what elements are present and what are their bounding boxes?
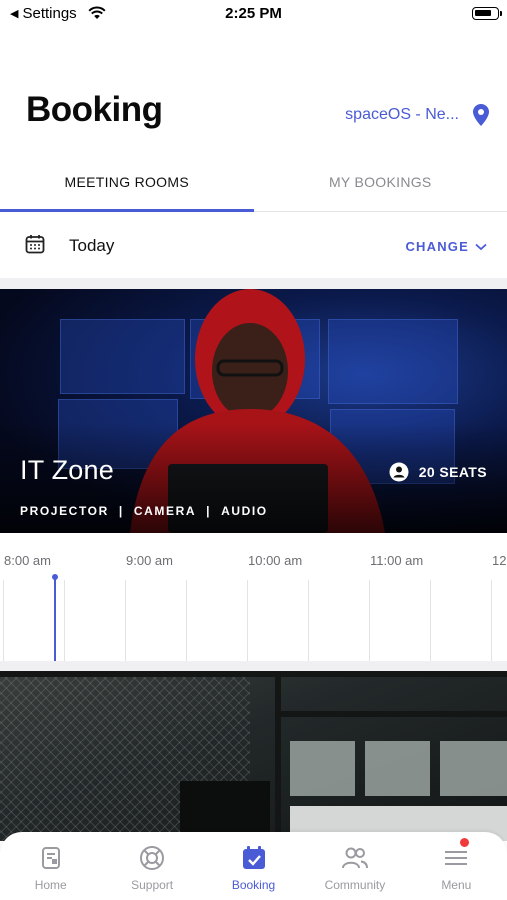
section-divider	[0, 278, 507, 289]
room-features: PROJECTOR | CAMERA | AUDIO	[20, 504, 268, 518]
feature-separator: |	[118, 504, 124, 518]
feature-camera: CAMERA	[133, 504, 197, 518]
nav-booking[interactable]: Booking	[203, 832, 304, 900]
location-pin-icon	[473, 104, 489, 126]
nav-label: Community	[324, 878, 386, 892]
room-name: IT Zone	[20, 455, 114, 485]
seat-count-label: 20 SEATS	[418, 464, 487, 480]
change-label: CHANGE	[405, 239, 469, 254]
nav-label: Booking	[231, 878, 276, 892]
chevron-down-icon	[475, 243, 487, 250]
status-bar: ◀ Settings 2:25 PM	[0, 0, 507, 28]
page-title: Booking	[26, 90, 163, 129]
calendar-icon	[25, 235, 45, 254]
feature-projector: PROJECTOR	[20, 504, 109, 518]
time-label: 11:00 am	[370, 553, 424, 568]
current-time-dot	[52, 574, 58, 580]
notification-badge	[459, 838, 469, 847]
feature-audio: AUDIO	[221, 504, 268, 518]
nav-menu[interactable]: Menu	[406, 832, 507, 900]
time-label: 8:00 am	[4, 553, 51, 568]
bottom-navigation: Home Support Booking Community Menu	[0, 832, 507, 900]
room-photo[interactable]	[0, 671, 507, 841]
time-label: 9:00 am	[126, 553, 173, 568]
current-time-indicator	[54, 577, 56, 661]
menu-icon	[445, 851, 468, 865]
booking-tabs: MEETING ROOMS MY BOOKINGS	[0, 152, 507, 212]
home-icon	[41, 847, 60, 869]
seat-count: 20 SEATS	[389, 462, 487, 482]
tab-meeting-rooms[interactable]: MEETING ROOMS	[0, 152, 254, 212]
nav-community[interactable]: Community	[304, 832, 405, 900]
time-label: 10:00 am	[248, 553, 303, 568]
nav-support[interactable]: Support	[101, 832, 202, 900]
support-icon	[140, 846, 165, 870]
nav-label: Support	[131, 878, 174, 892]
person-icon	[389, 462, 409, 482]
availability-timeline[interactable]: 8:00 am 9:00 am 10:00 am 11:00 am 12	[0, 533, 507, 661]
tab-my-bookings[interactable]: MY BOOKINGS	[254, 152, 507, 211]
nav-label: Menu	[441, 878, 472, 892]
section-divider	[0, 661, 507, 671]
feature-separator: |	[206, 504, 212, 518]
battery-icon	[472, 7, 502, 20]
time-label: 12	[492, 553, 507, 568]
date-row: Today CHANGE	[0, 212, 507, 278]
clock: 2:25 PM	[225, 5, 282, 22]
nav-home[interactable]: Home	[0, 832, 101, 900]
date-label: Today	[69, 236, 115, 255]
nav-label: Home	[34, 878, 67, 892]
booking-icon	[242, 846, 265, 869]
location-label: spaceOS - Ne...	[345, 106, 459, 123]
community-icon	[341, 847, 368, 869]
change-date-button[interactable]: CHANGE	[405, 239, 487, 254]
location-selector[interactable]: spaceOS - Ne...	[345, 104, 489, 126]
room-photo[interactable]	[0, 289, 507, 533]
